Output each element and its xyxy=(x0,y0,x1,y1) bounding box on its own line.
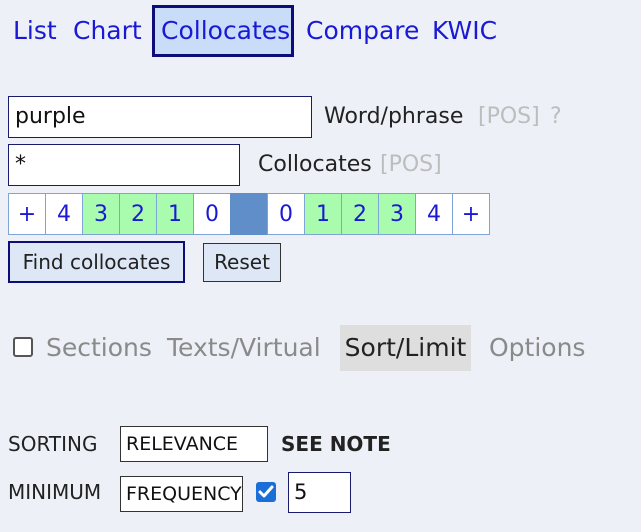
span-right-4[interactable]: 4 xyxy=(415,193,453,235)
tab-kwic[interactable]: KWIC xyxy=(432,5,497,57)
collocates-pos-link[interactable]: [POS] xyxy=(380,152,442,177)
tab-collocates[interactable]: Collocates xyxy=(152,5,294,57)
span-left-2[interactable]: 2 xyxy=(119,193,157,235)
minimum-select[interactable]: FREQUENCY xyxy=(120,476,243,512)
see-note-link[interactable]: SEE NOTE xyxy=(281,432,391,456)
span-left-1[interactable]: 1 xyxy=(156,193,194,235)
collocates-label: Collocates xyxy=(258,152,372,177)
span-right-1[interactable]: 1 xyxy=(304,193,342,235)
span-selector: + 4 3 2 1 0 0 1 2 3 4 + xyxy=(8,193,490,235)
span-left-plus[interactable]: + xyxy=(8,193,46,235)
span-left-4[interactable]: 4 xyxy=(45,193,83,235)
minimum-number-input[interactable]: 5 xyxy=(288,472,351,513)
collocates-input[interactable]: * xyxy=(8,144,240,186)
check-icon xyxy=(258,485,274,498)
word-phrase-input[interactable]: purple xyxy=(8,96,312,138)
tab-sections[interactable]: Sections xyxy=(46,325,152,371)
sections-checkbox[interactable] xyxy=(13,337,33,357)
find-collocates-button[interactable]: Find collocates xyxy=(8,241,185,283)
span-left-0[interactable]: 0 xyxy=(193,193,231,235)
node-word-cell xyxy=(230,193,268,235)
span-left-3[interactable]: 3 xyxy=(82,193,120,235)
tab-chart[interactable]: Chart xyxy=(73,5,142,57)
word-help-icon[interactable]: ? xyxy=(550,104,562,129)
tab-texts-virtual[interactable]: Texts/Virtual xyxy=(167,325,321,371)
reset-button[interactable]: Reset xyxy=(203,243,281,282)
tab-list[interactable]: List xyxy=(13,5,57,57)
minimum-label: MINIMUM xyxy=(8,480,102,504)
tab-compare[interactable]: Compare xyxy=(306,5,419,57)
span-right-plus[interactable]: + xyxy=(452,193,490,235)
span-right-0[interactable]: 0 xyxy=(267,193,305,235)
span-right-2[interactable]: 2 xyxy=(341,193,379,235)
word-phrase-label: Word/phrase xyxy=(324,104,464,129)
tab-sort-limit[interactable]: Sort/Limit xyxy=(340,325,471,371)
minimum-checkbox[interactable] xyxy=(256,482,276,502)
word-pos-link[interactable]: [POS] xyxy=(478,104,540,129)
tab-options[interactable]: Options xyxy=(489,325,585,371)
sorting-label: SORTING xyxy=(8,432,98,456)
span-right-3[interactable]: 3 xyxy=(378,193,416,235)
sorting-select[interactable]: RELEVANCE xyxy=(120,426,268,462)
